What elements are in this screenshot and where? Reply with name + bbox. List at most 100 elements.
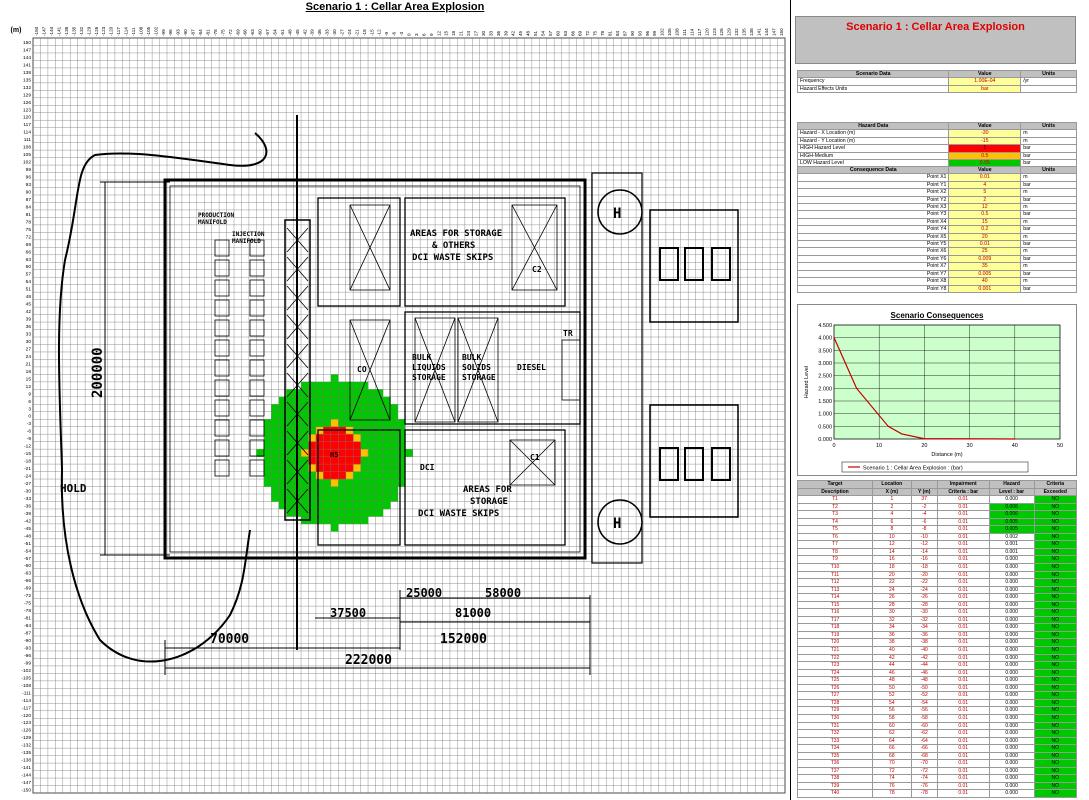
x-tick-label: -63 — [250, 29, 255, 36]
criteria-exceeded: NO — [1033, 774, 1078, 783]
row-label: Hazard Effects Units — [796, 84, 950, 94]
bulk-solids-label: STORAGE — [462, 373, 496, 382]
x-tick-label: -123 — [101, 26, 106, 36]
hazard-cell — [315, 381, 324, 390]
target-y: -14 — [910, 547, 938, 557]
hazard-cell — [338, 486, 347, 495]
impairment-criteria: 0.01 — [936, 563, 990, 572]
y-tick-label: -114 — [22, 698, 32, 704]
hazard-level: 0.000 — [988, 721, 1035, 731]
target-y: -34 — [910, 623, 938, 632]
target-x: 16 — [872, 555, 912, 564]
impairment-criteria: 0.01 — [936, 555, 990, 564]
x-tick-label: 126 — [719, 28, 724, 36]
target-x: 38 — [872, 638, 912, 648]
y-tick-label: 150 — [23, 40, 31, 46]
hazard-cell — [368, 501, 376, 510]
row-unit: bar — [1020, 254, 1077, 264]
criteria-exceeded: NO — [1033, 646, 1078, 655]
hazard-cell — [345, 389, 354, 398]
criteria-exceeded: NO — [1033, 744, 1078, 753]
hazard-cell — [315, 396, 324, 405]
criteria-exceeded: NO — [1033, 653, 1078, 663]
criteria-exceeded: NO — [1033, 721, 1078, 731]
hazard-cell — [382, 486, 391, 495]
criteria-exceeded: NO — [1033, 510, 1078, 519]
target-name: T17 — [797, 615, 873, 625]
hazard-cell — [338, 411, 347, 420]
hazard-cell — [271, 479, 280, 487]
storage-label-top: & OTHERS — [432, 241, 475, 251]
hazard-cell — [353, 449, 361, 457]
table-row: T23 44 -44 0.01 0.000 NO — [797, 661, 1078, 670]
x-tick-label: -114 — [124, 27, 129, 36]
hazard-level: 0.000 — [988, 691, 1035, 700]
header-cell — [910, 480, 938, 489]
hazard-cell — [315, 449, 324, 457]
hazard-cell — [375, 411, 384, 420]
criteria-exceeded: NO — [1033, 623, 1078, 632]
y-tick-label: 48 — [26, 294, 32, 300]
row-unit: bar — [1020, 180, 1077, 190]
y-tick-label: -21 — [24, 466, 31, 472]
y-tick-label: 90 — [26, 189, 32, 195]
hazard-level: 0.000 — [988, 638, 1035, 648]
criteria-exceeded: NO — [1033, 698, 1078, 708]
hazard-cell — [353, 508, 361, 517]
hazard-cell — [338, 381, 347, 390]
hazard-cell — [368, 464, 376, 472]
table-row: T28 54 -54 0.01 0.000 NO — [797, 698, 1078, 708]
target-y: -26 — [910, 593, 938, 602]
header-cell: Exceeded — [1033, 487, 1078, 497]
y-tick-label: 75 — [26, 227, 32, 233]
target-name: T34 — [797, 744, 873, 753]
target-name: T12 — [797, 578, 873, 587]
y-tick-label: -15 — [24, 451, 31, 457]
x-tick-label: 54 — [541, 30, 546, 36]
target-name: T38 — [797, 774, 873, 783]
hazard-cell — [271, 434, 280, 442]
y-tick-label: -78 — [24, 608, 31, 614]
hazard-cell — [375, 493, 384, 502]
y-tick-label: 141 — [23, 62, 31, 68]
y-tick-label: 144 — [23, 55, 31, 61]
target-x: 44 — [872, 661, 912, 670]
storage-label-top: DCI WASTE SKIPS — [412, 253, 493, 263]
y-tick-label: 117 — [23, 122, 31, 128]
series-point — [856, 387, 858, 389]
target-y: -12 — [910, 540, 938, 549]
y-tick-label: -30 — [24, 488, 31, 494]
x-tick-label: 60 — [555, 30, 560, 36]
y-tick-label: 2.500 — [818, 374, 832, 380]
target-x: 68 — [872, 751, 912, 761]
header-cell: Impairment — [936, 480, 990, 489]
y-tick-label: 123 — [23, 107, 31, 113]
dimension-label-81000: 81000 — [455, 606, 491, 620]
hazard-cell — [323, 471, 332, 480]
table-row: T27 52 -52 0.01 0.000 NO — [797, 691, 1078, 700]
header-cell: Hazard Data — [796, 121, 950, 131]
target-name: T32 — [797, 729, 873, 738]
table-row: T37 72 -72 0.01 0.000 NO — [797, 766, 1078, 776]
table-row: Point Y7 0.005 bar — [796, 269, 1077, 279]
target-name: T4 — [797, 517, 873, 527]
y-tick-label: 27 — [26, 346, 32, 352]
hazard-cell — [360, 441, 369, 450]
table-row: T19 36 -36 0.01 0.000 NO — [797, 630, 1078, 640]
x-tick-label: 75 — [593, 30, 598, 36]
x-tick-label: 9 — [429, 33, 434, 36]
target-y: -60 — [910, 721, 938, 731]
impairment-criteria: 0.01 — [936, 736, 990, 746]
row-unit: m — [1020, 262, 1077, 271]
y-tick-label: 9 — [28, 391, 31, 397]
hazard-cell — [301, 449, 309, 457]
hazard-cell — [338, 449, 347, 457]
table-row: Hazard Effects Units bar — [796, 84, 1077, 94]
x-tick-labels: -150 -147 -144 -141 -138 -135 -132 -129 -126 -123… — [34, 26, 784, 36]
y-tick-label: -123 — [21, 720, 31, 726]
criteria-exceeded: NO — [1033, 713, 1078, 723]
row-label: Point Y3 — [796, 210, 950, 219]
table-row: T11 20 -20 0.01 0.000 NO — [797, 570, 1078, 580]
impairment-criteria: 0.01 — [936, 540, 990, 549]
hazard-cell — [360, 456, 369, 465]
